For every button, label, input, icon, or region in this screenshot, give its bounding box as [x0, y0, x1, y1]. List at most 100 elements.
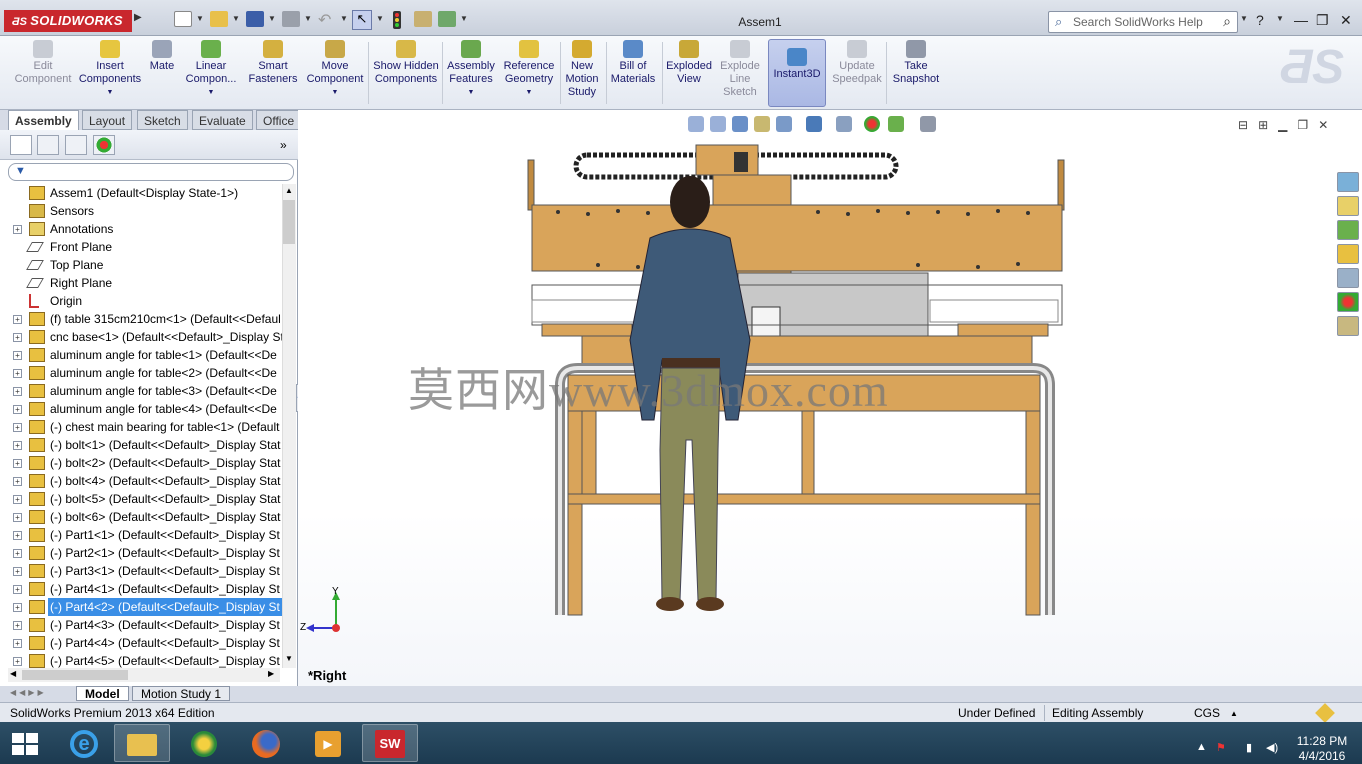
- chevron-down-icon[interactable]: ▼: [340, 14, 348, 23]
- tab-evaluate[interactable]: Evaluate: [192, 110, 253, 130]
- move-component-button[interactable]: Move Component ▼: [304, 40, 366, 99]
- scroll-up-icon[interactable]: ▲: [285, 186, 293, 195]
- expand-toggle-icon[interactable]: +: [13, 459, 22, 468]
- system-clock[interactable]: 11:28 PM 4/4/2016: [1290, 734, 1354, 764]
- windows-start-icon[interactable]: [12, 733, 38, 755]
- expand-toggle-icon[interactable]: +: [13, 477, 22, 486]
- tree-item[interactable]: Top Plane: [0, 256, 282, 274]
- expand-toggle-icon[interactable]: +: [13, 387, 22, 396]
- internet-explorer-taskbar-app[interactable]: e: [56, 724, 112, 762]
- expand-toggle-icon[interactable]: +: [13, 603, 22, 612]
- tree-item[interactable]: Front Plane: [0, 238, 282, 256]
- tree-item[interactable]: + aluminum angle for table<4> (Default<<D…: [0, 400, 282, 418]
- smart-fasteners-button[interactable]: Smart Fasteners: [244, 40, 302, 86]
- tree-item[interactable]: Right Plane: [0, 274, 282, 292]
- display-manager-tab-icon[interactable]: [93, 135, 115, 155]
- file-explorer-icon[interactable]: [1337, 244, 1359, 264]
- expand-toggle-icon[interactable]: +: [13, 315, 22, 324]
- tree-item[interactable]: + Annotations: [0, 220, 282, 238]
- tab-assembly[interactable]: Assembly: [8, 110, 79, 130]
- tree-item[interactable]: + (-) bolt<6> (Default<<Default>_Display …: [0, 508, 282, 526]
- expand-toggle-icon[interactable]: +: [13, 621, 22, 630]
- tree-item[interactable]: + (-) Part4<1> (Default<<Default>_Display…: [0, 580, 282, 598]
- file-properties-icon[interactable]: [414, 11, 432, 27]
- configuration-manager-tab-icon[interactable]: [65, 135, 87, 155]
- feature-manager-tab-icon[interactable]: [10, 135, 32, 155]
- home-icon[interactable]: [1337, 196, 1359, 216]
- tree-item[interactable]: Sensors: [0, 202, 282, 220]
- print-icon[interactable]: [282, 11, 300, 27]
- expand-toggle-icon[interactable]: +: [13, 225, 22, 234]
- maximize-icon[interactable]: ❐: [1316, 12, 1329, 29]
- scroll-left-icon[interactable]: ◀: [10, 669, 16, 678]
- solidworks-logo[interactable]: ƋS SOLIDWORKS: [4, 10, 132, 32]
- minimize-icon[interactable]: —: [1294, 12, 1308, 28]
- update-speedpak-button[interactable]: Update Speedpak: [830, 40, 884, 86]
- scrollbar-thumb[interactable]: [283, 200, 295, 244]
- file-explorer-taskbar-app[interactable]: [114, 724, 170, 762]
- property-manager-tab-icon[interactable]: [37, 135, 59, 155]
- units-selector[interactable]: CGS: [1194, 706, 1220, 720]
- battery-icon[interactable]: ▮: [1246, 741, 1252, 754]
- expand-toggle-icon[interactable]: +: [13, 531, 22, 540]
- select-cursor-icon[interactable]: ↖: [352, 10, 372, 30]
- view-palette-icon[interactable]: [1337, 268, 1359, 288]
- chevron-down-icon[interactable]: ▼: [196, 14, 204, 23]
- options-icon[interactable]: [438, 11, 456, 27]
- scrollbar-thumb[interactable]: [22, 670, 128, 680]
- tree-item[interactable]: + (-) Part4<2> (Default<<Default>_Display…: [0, 598, 282, 616]
- tree-item[interactable]: + (-) Part1<1> (Default<<Default>_Display…: [0, 526, 282, 544]
- expand-toggle-icon[interactable]: +: [13, 369, 22, 378]
- help-icon[interactable]: ?: [1256, 12, 1264, 28]
- tab-nav-arrows-icon[interactable]: ◀◀▶▶: [10, 688, 47, 697]
- firefox-taskbar-app[interactable]: [238, 724, 294, 762]
- custom-properties-icon[interactable]: [1337, 316, 1359, 336]
- linear-pattern-button[interactable]: Linear Compon... ▼: [182, 40, 240, 99]
- tree-item[interactable]: + aluminum angle for table<2> (Default<<D…: [0, 364, 282, 382]
- tree-item[interactable]: + (-) Part4<5> (Default<<Default>_Display…: [0, 652, 282, 668]
- undo-icon[interactable]: ↶: [318, 10, 331, 30]
- design-library-icon[interactable]: [1337, 220, 1359, 240]
- expand-toggle-icon[interactable]: +: [13, 495, 22, 504]
- expand-toggle-icon[interactable]: +: [13, 441, 22, 450]
- media-player-taskbar-app[interactable]: ▶: [300, 724, 356, 762]
- expand-toggle-icon[interactable]: +: [13, 549, 22, 558]
- solidworks-taskbar-app[interactable]: SW: [362, 724, 418, 762]
- insert-components-button[interactable]: Insert Components ▼: [78, 40, 142, 99]
- chevron-down-icon[interactable]: ▼: [268, 14, 276, 23]
- tab-sketch[interactable]: Sketch: [137, 110, 188, 130]
- expand-toggle-icon[interactable]: +: [13, 657, 22, 666]
- expand-toggle-icon[interactable]: +: [13, 513, 22, 522]
- volume-icon[interactable]: ◀): [1266, 741, 1278, 754]
- menu-expand-icon[interactable]: ▶: [134, 12, 142, 23]
- expand-toggle-icon[interactable]: +: [13, 405, 22, 414]
- edit-component-button[interactable]: Edit Component: [10, 40, 76, 86]
- close-icon[interactable]: ✕: [1340, 12, 1352, 29]
- tree-filter-input[interactable]: ▼: [8, 163, 294, 181]
- reference-geometry-button[interactable]: Reference Geometry ▼: [500, 40, 558, 99]
- chevron-down-icon[interactable]: ▼: [376, 14, 384, 23]
- chevron-down-icon[interactable]: ▼: [232, 14, 240, 23]
- tab-layout[interactable]: Layout: [82, 110, 133, 130]
- tree-item[interactable]: + (-) Part2<1> (Default<<Default>_Display…: [0, 544, 282, 562]
- expand-toggle-icon[interactable]: +: [13, 639, 22, 648]
- scroll-down-icon[interactable]: ▼: [285, 654, 293, 663]
- tree-vertical-scrollbar[interactable]: [282, 184, 296, 668]
- tab-model[interactable]: Model: [76, 686, 129, 701]
- rebuild-status-icon[interactable]: [1315, 703, 1335, 723]
- chevron-up-icon[interactable]: ▲: [1230, 709, 1238, 718]
- chevron-down-icon[interactable]: ▼: [304, 14, 312, 23]
- new-motion-study-button[interactable]: New Motion Study: [562, 40, 602, 99]
- expand-toggle-icon[interactable]: +: [13, 333, 22, 342]
- bill-of-materials-button[interactable]: Bill of Materials: [608, 40, 658, 86]
- show-hidden-button[interactable]: Show Hidden Components: [372, 40, 440, 86]
- scroll-right-icon[interactable]: ▶: [268, 669, 274, 678]
- chevron-down-icon[interactable]: ▼: [460, 14, 468, 23]
- new-document-icon[interactable]: [174, 11, 192, 27]
- expand-toggle-icon[interactable]: +: [13, 585, 22, 594]
- action-center-icon[interactable]: ⚑: [1216, 741, 1226, 754]
- tree-item[interactable]: + (-) bolt<2> (Default<<Default>_Display …: [0, 454, 282, 472]
- expand-toggle-icon[interactable]: +: [13, 351, 22, 360]
- tree-item[interactable]: + (-) chest main bearing for table<1> (De…: [0, 418, 282, 436]
- tree-item[interactable]: + (-) bolt<1> (Default<<Default>_Display …: [0, 436, 282, 454]
